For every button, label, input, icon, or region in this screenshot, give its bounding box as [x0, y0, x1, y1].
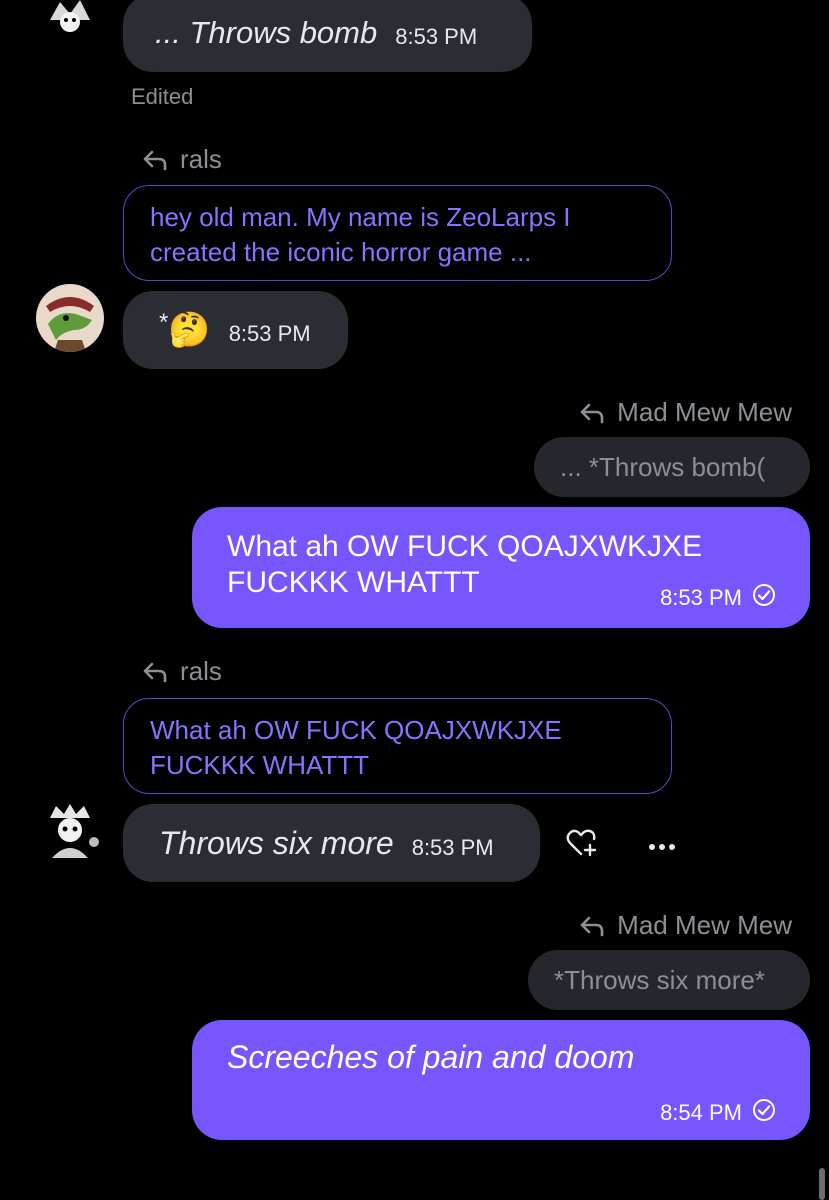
read-check-icon: [752, 583, 776, 612]
own-message-bubble[interactable]: Screeches of pain and doom 8:54 PM: [192, 1020, 810, 1140]
message-line: What ah OW FUCK QOAJXWKJXE: [227, 530, 703, 563]
reply-arrow-icon: [579, 402, 605, 424]
message-time: 8:53 PM: [395, 24, 478, 49]
message-time: 8:54 PM: [660, 1099, 742, 1125]
message-status: 8:53 PM: [660, 583, 776, 612]
message-time: 8:53 PM: [228, 321, 311, 346]
quoted-message[interactable]: What ah OW FUCK QOAJXWKJXE FUCKKK WHATTT: [123, 698, 672, 794]
read-check-icon: [752, 1098, 776, 1127]
reply-header: rals: [142, 656, 222, 687]
message-text: *: [159, 309, 169, 336]
scrollbar[interactable]: [819, 1168, 825, 1200]
edited-label: Edited: [131, 84, 194, 109]
reply-target-name: Mad Mew Mew: [617, 397, 792, 427]
reply-target-name: rals: [180, 656, 222, 686]
reply-target-name: rals: [180, 144, 222, 174]
reply-arrow-icon: [142, 661, 168, 683]
quoted-text: hey old man. My name is ZeoLarps I creat…: [150, 202, 571, 267]
quoted-message[interactable]: ... *Throws bomb(: [534, 437, 810, 497]
message-text: ... Throws bomb: [155, 15, 378, 50]
own-message-bubble[interactable]: What ah OW FUCK QOAJXWKJXE FUCKKK WHATTT…: [192, 507, 810, 628]
message-bubble[interactable]: Throws six more 8:53 PM: [123, 804, 540, 882]
message-bubble[interactable]: * 🤔 8:53 PM: [123, 291, 348, 369]
reply-header: Mad Mew Mew: [579, 910, 792, 941]
quoted-message[interactable]: *Throws six more*: [528, 950, 810, 1010]
message-text: Screeches of pain and doom: [227, 1039, 635, 1075]
quoted-message[interactable]: hey old man. My name is ZeoLarps I creat…: [123, 185, 672, 281]
reply-header: Mad Mew Mew: [579, 397, 792, 428]
quoted-text: ... *Throws bomb(: [560, 452, 766, 482]
quoted-line: FUCKKK WHATTT: [150, 750, 370, 780]
add-reaction-heart-icon[interactable]: [566, 828, 600, 863]
quoted-text: *Throws six more*: [554, 965, 765, 995]
reply-header: rals: [142, 144, 222, 175]
message-status: 8:54 PM: [660, 1098, 776, 1127]
avatar[interactable]: [36, 0, 104, 38]
reply-arrow-icon: [142, 149, 168, 171]
reply-arrow-icon: [579, 915, 605, 937]
avatar[interactable]: [36, 284, 104, 352]
message-text: Throws six more: [159, 824, 394, 861]
thinking-face-emoji: 🤔: [168, 311, 211, 349]
more-dots-icon[interactable]: [648, 838, 676, 856]
message-time: 8:53 PM: [411, 835, 494, 860]
reply-target-name: Mad Mew Mew: [617, 910, 792, 940]
message-time: 8:53 PM: [660, 584, 742, 610]
quoted-line: What ah OW FUCK QOAJXWKJXE: [150, 715, 562, 745]
avatar[interactable]: [36, 798, 104, 866]
message-bubble[interactable]: ... Throws bomb 8:53 PM: [123, 0, 532, 72]
